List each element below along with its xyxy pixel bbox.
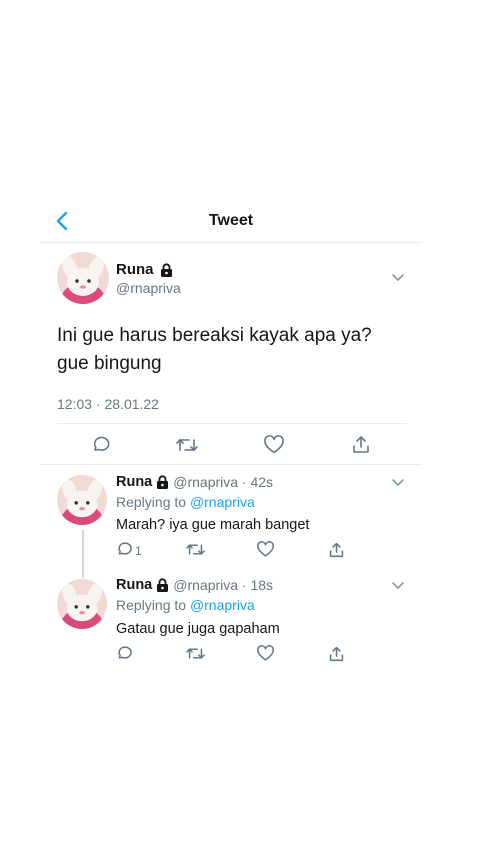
lock-icon (160, 262, 172, 277)
author-name[interactable]: Runa (116, 261, 154, 278)
reply-author-name[interactable]: Runa (116, 577, 152, 593)
reply-header: Runa @rnapriva · 18s (116, 577, 273, 593)
tweet-text-line: gue bingung (57, 353, 162, 374)
author-handle[interactable]: @rnapriva (116, 280, 181, 296)
chevron-down-icon[interactable] (391, 478, 405, 488)
reply-actions (116, 645, 356, 665)
reply-actions: 1 (116, 541, 356, 561)
heart-icon[interactable] (263, 435, 285, 455)
reply-handle-time[interactable]: @rnapriva · 42s (173, 474, 273, 490)
comment-icon[interactable] (116, 645, 133, 662)
page-title: Tweet (208, 212, 254, 229)
heart-icon[interactable] (256, 541, 275, 558)
avatar[interactable] (57, 252, 109, 304)
replying-to-label: Replying to (116, 494, 187, 510)
chevron-down-icon[interactable] (391, 581, 405, 591)
tweet-detail-page: Tweet Runa @rnapriva Ini gue harus berea… (0, 0, 480, 856)
retweet-icon[interactable] (186, 541, 205, 558)
reply-count: 1 (135, 544, 142, 558)
tweet-timestamp[interactable]: 12:03 · 28.01.22 (57, 396, 159, 412)
tweet-actions (40, 424, 422, 464)
chevron-down-icon[interactable] (391, 273, 405, 283)
reply-author-name[interactable]: Runa (116, 474, 152, 490)
avatar[interactable] (57, 579, 107, 629)
comment-icon[interactable] (91, 435, 111, 455)
retweet-icon[interactable] (176, 435, 198, 455)
reply-text: Gatau gue juga gapaham (116, 621, 280, 637)
heart-icon[interactable] (256, 645, 275, 662)
thread-line (82, 530, 84, 578)
top-bar: Tweet (40, 200, 422, 243)
replying-to: Replying to @rnapriva (116, 494, 255, 510)
tweet-text-line: Ini gue harus bereaksi kayak apa ya? (57, 325, 372, 346)
lock-icon (157, 475, 169, 489)
share-icon[interactable] (351, 434, 371, 454)
comment-icon[interactable] (116, 541, 133, 558)
share-icon[interactable] (328, 541, 345, 558)
lock-icon (157, 578, 169, 592)
replying-to-label: Replying to (116, 597, 187, 613)
reply-text: Marah? iya gue marah banget (116, 517, 310, 533)
tweet-text: Ini gue harus bereaksi kayak apa ya? gue… (57, 322, 417, 378)
replying-to: Replying to @rnapriva (116, 597, 255, 613)
retweet-icon[interactable] (186, 645, 205, 662)
avatar[interactable] (57, 475, 107, 525)
reply-header: Runa @rnapriva · 42s (116, 474, 273, 490)
divider (40, 464, 422, 465)
replying-to-mention[interactable]: @rnapriva (190, 597, 255, 613)
author-name-row: Runa (116, 261, 173, 278)
replying-to-mention[interactable]: @rnapriva (190, 494, 255, 510)
reply-handle-time[interactable]: @rnapriva · 18s (173, 577, 273, 593)
share-icon[interactable] (328, 645, 345, 662)
